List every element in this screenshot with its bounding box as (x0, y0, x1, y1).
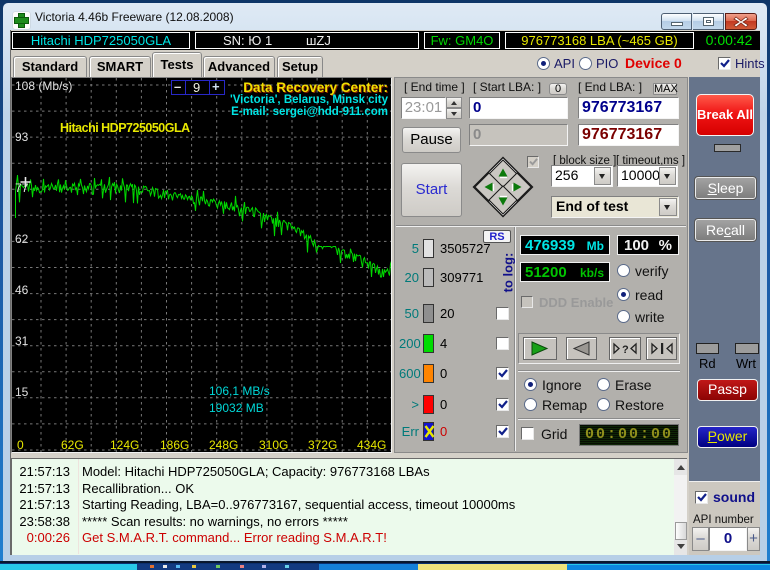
svg-text:?: ? (622, 344, 629, 356)
